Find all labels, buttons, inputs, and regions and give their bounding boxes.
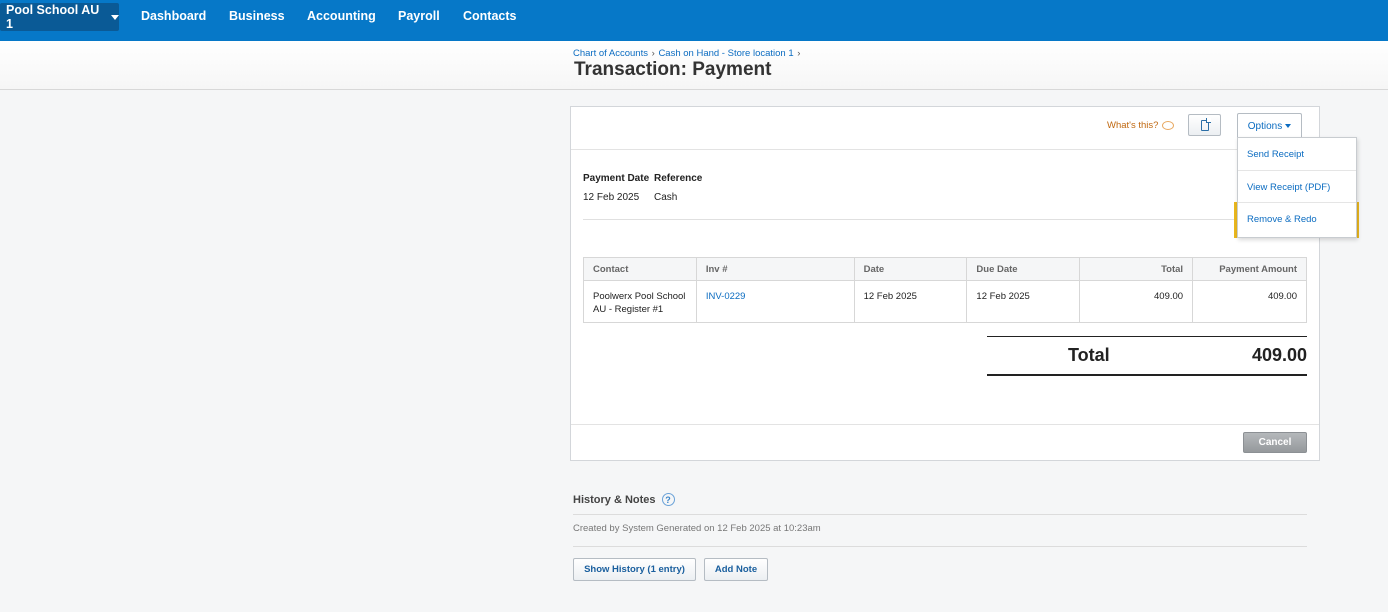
nav-business[interactable]: Business [229,9,285,23]
org-name: Pool School AU 1 [6,3,100,31]
column-header: Total [1079,257,1194,281]
menu-item-remove-and-redo[interactable]: Remove & Redo [1247,214,1317,225]
cancel-button[interactable]: Cancel [1243,432,1307,453]
menu-item-view-receipt-pdf[interactable]: View Receipt (PDF) [1247,182,1330,193]
breadcrumb-separator: › [651,48,655,59]
menu-item-send-receipt[interactable]: Send Receipt [1247,149,1304,160]
payment-date-value: 12 Feb 2025 [583,192,640,203]
options-menu: Send Receipt View Receipt (PDF) Remove &… [1237,137,1357,238]
options-label: Options [1247,120,1283,132]
whats-this-label: What's this? [1107,120,1159,131]
speech-bubble-icon [1162,121,1175,130]
copy-document-button[interactable] [1188,114,1221,136]
help-icon[interactable]: ? [661,493,675,506]
options-button[interactable]: Options [1237,113,1302,138]
column-header: Payment Amount [1192,257,1307,281]
date-cell: 12 Feb 2025 [853,280,968,323]
panel-footer: Cancel [571,424,1319,460]
total-cell: 409.00 [1079,280,1194,323]
whats-this-link[interactable]: What's this? [1107,120,1175,131]
page-header: Chart of Accounts › Cash on Hand - Store… [0,41,1388,90]
column-header: Contact [583,257,697,281]
due-date-cell: 12 Feb 2025 [966,280,1081,323]
reference-label: Reference [654,173,703,184]
divider [573,546,1307,547]
total-value: 409.00 [1251,345,1307,365]
invoice-link[interactable]: INV-0229 [706,291,746,302]
column-header: Due Date [966,257,1081,281]
nav-payroll[interactable]: Payroll [398,9,440,23]
column-header: Date [853,257,968,281]
show-history-button[interactable]: Show History (1 entry) [573,558,696,581]
divider [583,219,1308,220]
history-notes-title: History & Notes [573,493,656,506]
table-header-row: Contact Inv # Date Due Date Total Paymen… [583,257,1307,281]
top-nav: Pool School AU 1 Dashboard Business Acco… [0,0,1388,41]
divider [573,514,1307,515]
payment-amount-cell: 409.00 [1192,280,1307,323]
breadcrumb: Chart of Accounts › Cash on Hand - Store… [573,48,801,59]
table-row: Poolwerx Pool School AU - Register #1 IN… [583,280,1307,323]
nav-accounting[interactable]: Accounting [307,9,376,23]
total-summary: Total 409.00 [987,336,1307,376]
nav-dashboard[interactable]: Dashboard [141,9,206,23]
breadcrumb-cash-on-hand[interactable]: Cash on Hand - Store location 1 [658,48,793,59]
contact-cell: Poolwerx Pool School AU - Register #1 [583,280,697,323]
page-title: Transaction: Payment [574,59,772,80]
total-label: Total [1068,345,1110,365]
reference-value: Cash [654,192,678,203]
column-header: Inv # [695,257,855,281]
add-note-button[interactable]: Add Note [704,558,768,581]
menu-divider [1238,202,1356,203]
history-entry: Created by System Generated on 12 Feb 20… [573,523,821,534]
chevron-down-icon [1285,124,1292,128]
invoice-table: Contact Inv # Date Due Date Total Paymen… [583,257,1307,323]
org-switcher-button[interactable]: Pool School AU 1 [0,3,119,31]
document-icon [1200,117,1211,131]
payment-date-label: Payment Date [583,173,650,184]
menu-divider [1238,170,1356,171]
panel-toolbar: What's this? Options [571,107,1319,150]
invoice-cell: INV-0229 [695,280,855,323]
history-notes-heading: History & Notes ? [573,493,675,506]
breadcrumb-separator: › [797,48,801,59]
chevron-down-icon [111,14,119,20]
transaction-panel: What's this? Options Payment Date Refere… [570,106,1320,461]
nav-contacts[interactable]: Contacts [463,9,516,23]
breadcrumb-chart-of-accounts[interactable]: Chart of Accounts [573,48,648,59]
